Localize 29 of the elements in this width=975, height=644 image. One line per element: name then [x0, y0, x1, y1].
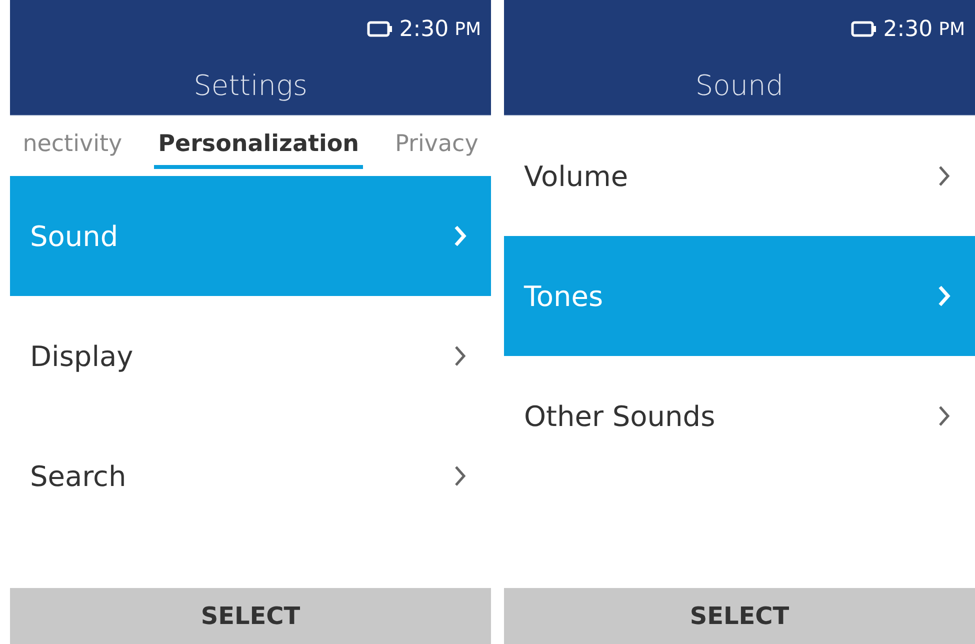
chevron-right-icon: [937, 404, 951, 428]
menu-item[interactable]: Display: [10, 296, 491, 416]
tab[interactable]: Personalization: [154, 131, 364, 169]
tab[interactable]: Privacy: [391, 131, 482, 169]
tab[interactable]: nectivity: [18, 131, 126, 169]
menu-item-label: Sound: [30, 220, 118, 252]
chevron-right-icon: [453, 344, 467, 368]
status-time: 2:30: [883, 16, 933, 42]
menu-item[interactable]: Volume: [504, 116, 975, 236]
menu-item-label: Tones: [524, 280, 604, 312]
screen-title: Settings: [192, 68, 308, 104]
chevron-right-icon: [453, 464, 467, 488]
menu-item-label: Search: [30, 460, 126, 492]
menu-item-label: Volume: [524, 160, 628, 192]
menu-item[interactable]: Search: [10, 416, 491, 536]
status-meridiem: PM: [454, 18, 481, 40]
battery-icon: [367, 21, 394, 37]
select-softkey[interactable]: SELECT: [10, 588, 491, 644]
select-softkey[interactable]: SELECT: [504, 588, 975, 644]
status-time: 2:30: [399, 16, 449, 42]
menu-item-label: Display: [30, 340, 134, 372]
status-meridiem: PM: [938, 18, 965, 40]
chevron-right-icon: [937, 284, 951, 308]
menu-item-label: Other Sounds: [524, 400, 716, 432]
screen-title: Sound: [694, 68, 785, 104]
chevron-right-icon: [453, 224, 467, 248]
battery-icon: [851, 21, 878, 37]
chevron-right-icon: [937, 164, 951, 188]
menu-item[interactable]: Other Sounds: [504, 356, 975, 476]
